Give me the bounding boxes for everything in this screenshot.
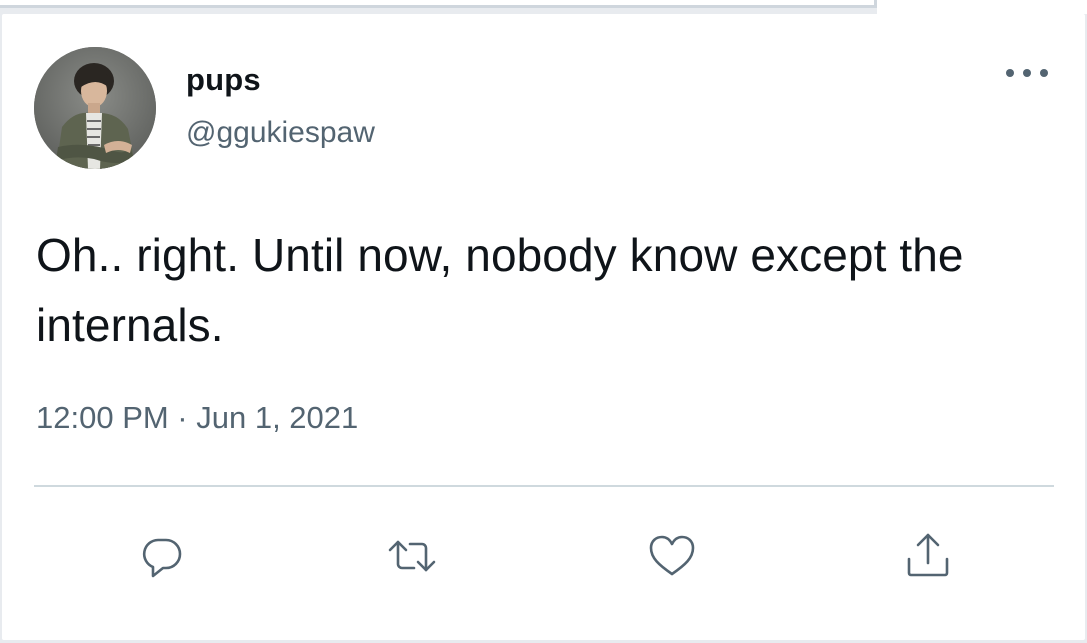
- author-handle[interactable]: @ggukiespaw: [186, 116, 375, 150]
- share-button[interactable]: [898, 526, 958, 586]
- like-button[interactable]: [642, 526, 702, 586]
- more-dot-icon: [1023, 69, 1031, 77]
- more-dot-icon: [1006, 69, 1014, 77]
- avatar[interactable]: [34, 47, 156, 169]
- tweet-text: Oh.. right. Until now, nobody know excep…: [36, 229, 964, 351]
- heart-icon: [649, 535, 695, 576]
- tweet-card: pups @ggukiespaw Oh.. right. Until now, …: [2, 14, 1085, 640]
- retweet-button[interactable]: [382, 526, 442, 586]
- tweet-timestamp[interactable]: 12:00 PM · Jun 1, 2021: [36, 400, 358, 436]
- retweet-icon: [388, 540, 436, 572]
- previous-tweet-edge-right: [877, 0, 1087, 14]
- reply-icon: [142, 538, 182, 578]
- reply-button[interactable]: [132, 526, 192, 586]
- more-dot-icon: [1040, 69, 1048, 77]
- divider: [34, 485, 1054, 487]
- author-display-name[interactable]: pups: [186, 62, 261, 98]
- share-icon: [907, 533, 949, 577]
- more-options-button[interactable]: [1002, 58, 1052, 88]
- previous-tweet-edge: [0, 0, 877, 8]
